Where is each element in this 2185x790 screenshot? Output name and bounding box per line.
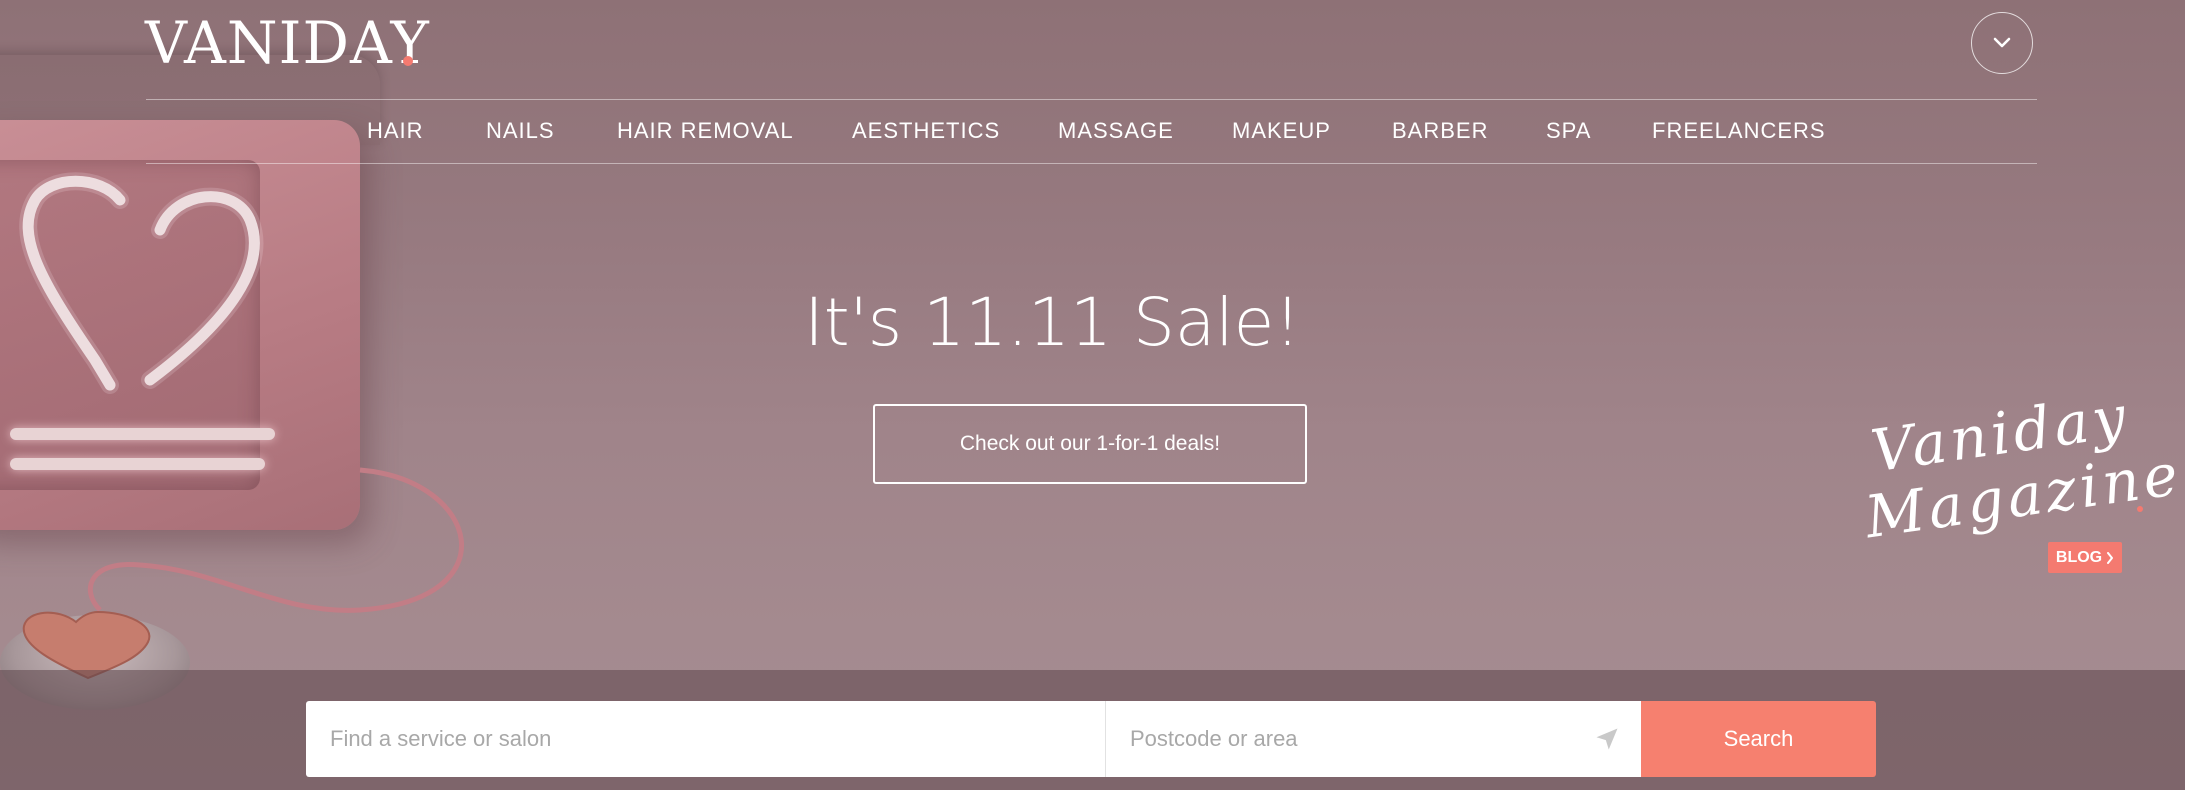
- page: VANIDAY HAIR NAILS HAIR REMOVAL AESTHETI…: [0, 0, 2185, 790]
- category-nav: HAIR NAILS HAIR REMOVAL AESTHETICS MASSA…: [146, 100, 2037, 164]
- vaniday-logo[interactable]: VANIDAY: [145, 14, 430, 72]
- nav-item-hair-removal[interactable]: HAIR REMOVAL: [617, 118, 794, 144]
- nav-item-barber[interactable]: BARBER: [1392, 118, 1488, 144]
- nav-divider-bottom: [146, 163, 2037, 164]
- chevron-down-icon: [1993, 37, 2011, 48]
- nav-item-makeup[interactable]: MAKEUP: [1232, 118, 1331, 144]
- nav-item-freelancers[interactable]: FREELANCERS: [1652, 118, 1826, 144]
- menu-toggle-button[interactable]: [1971, 12, 2033, 74]
- vaniday-magazine-link[interactable]: Vaniday Magazine BLOG: [1855, 382, 2185, 582]
- nav-item-aesthetics[interactable]: AESTHETICS: [852, 118, 1000, 144]
- chevron-right-icon: [2107, 551, 2114, 564]
- neon-heart-icon: [19, 172, 264, 394]
- logo-dot: [403, 56, 413, 66]
- service-search-input[interactable]: [306, 701, 1106, 777]
- nav-item-hair[interactable]: HAIR: [367, 118, 424, 144]
- blog-label: BLOG: [2055, 548, 2103, 566]
- postcode-field-wrapper: [1106, 701, 1641, 777]
- hero-title: It's 11.11 Sale!: [804, 284, 1301, 361]
- blog-button[interactable]: BLOG: [2048, 542, 2122, 573]
- nav-item-nails[interactable]: NAILS: [486, 118, 555, 144]
- search-button[interactable]: Search: [1641, 701, 1876, 777]
- deals-button[interactable]: Check out our 1-for-1 deals!: [873, 404, 1307, 484]
- postcode-input[interactable]: [1106, 701, 1641, 777]
- search-form: Search: [306, 701, 1876, 777]
- neon-bar: [10, 428, 275, 440]
- location-arrow-icon[interactable]: [1593, 725, 1621, 753]
- nav-item-spa[interactable]: SPA: [1546, 118, 1591, 144]
- nav-item-massage[interactable]: MASSAGE: [1058, 118, 1174, 144]
- magazine-dot: [2137, 506, 2143, 512]
